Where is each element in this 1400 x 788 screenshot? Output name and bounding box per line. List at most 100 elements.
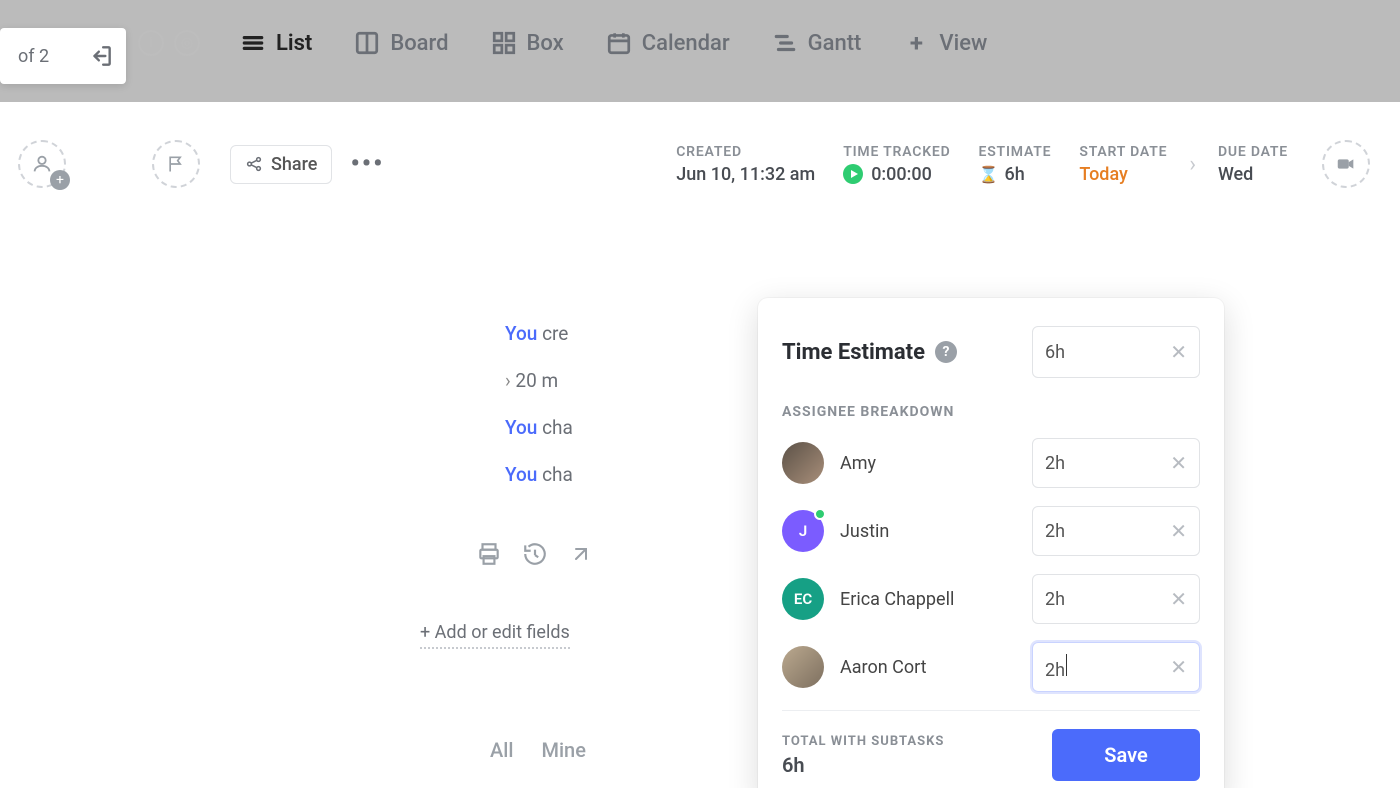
clear-icon[interactable]: ✕ [1170,519,1187,543]
meta-start-date[interactable]: START DATE Today [1079,144,1167,185]
priority-flag-button[interactable] [152,140,200,188]
help-icon[interactable]: ? [935,341,957,363]
task-pager[interactable]: of 2 [0,28,126,84]
top-header-dimmed: i ◎ List Board Box Calendar [0,0,1400,102]
exit-icon[interactable] [88,43,114,69]
calendar-icon [606,30,632,56]
view-tab-board[interactable]: Board [340,22,462,64]
add-assignee-button[interactable]: + [18,140,66,188]
input-value: 6h [1045,342,1065,363]
view-tab-label: View [939,31,987,56]
avatar: EC [782,578,824,620]
view-tab-label: Box [527,31,564,56]
avatar: J [782,510,824,552]
assignee-name: Aaron Cort [840,657,927,678]
share-label: Share [271,154,317,175]
meta-created: CREATED Jun 10, 11:32 am [676,144,815,185]
add-view-button[interactable]: + View [889,22,1001,64]
header-misc-icons: i ◎ [138,30,200,56]
input-value: 2h [1045,589,1065,610]
tab-all[interactable]: All [490,738,513,762]
activity-actor: You [505,322,537,345]
video-call-button[interactable] [1322,140,1370,188]
meta-estimate[interactable]: ESTIMATE ⌛ 6h [979,144,1052,185]
gantt-icon [772,30,798,56]
expand-icon[interactable] [567,540,595,568]
activity-text: cre [537,322,568,345]
meta-label: DUE DATE [1218,144,1288,160]
assignee-row: J Justin 2h ✕ [782,506,1200,556]
avatar [782,442,824,484]
meta-value: 6h [1005,164,1025,185]
chevron-right-icon: › [1189,152,1196,177]
input-value: 2h [1045,453,1065,474]
assignee-row: Amy2h✕ [782,438,1200,488]
hourglass-icon: ⌛ [979,165,997,184]
share-button[interactable]: Share [230,145,332,184]
input-value: 2h [1045,521,1065,542]
popover-title: Time Estimate ? [782,340,957,365]
task-main: + Share ••• CREATED Jun 10, 11:32 am TIM… [0,102,1400,788]
plus-badge-icon: + [50,170,70,190]
comment-filter-tabs: All Mine [490,738,586,762]
clear-icon[interactable]: ✕ [1170,340,1187,364]
tab-mine[interactable]: Mine [541,738,585,762]
assignee-row: Aaron Cort 2h ✕ [782,642,1200,692]
avatar [782,646,824,688]
view-tab-label: Board [390,31,448,56]
total-label: TOTAL WITH SUBTASKS [782,734,944,749]
assignee-breakdown-label: ASSIGNEE BREAKDOWN [782,404,1200,420]
history-icon[interactable] [521,540,549,568]
assignee-name: Justin [840,521,889,542]
activity-text: cha [537,463,572,486]
comment-toolbar [475,540,595,568]
clear-icon[interactable]: ✕ [1170,655,1187,679]
board-icon [354,30,380,56]
save-button[interactable]: Save [1052,729,1200,781]
meta-value: Jun 10, 11:32 am [676,164,815,185]
view-tab-box[interactable]: Box [477,22,578,64]
view-tab-label: Gantt [808,31,862,56]
total-value: 6h [782,753,944,777]
clear-icon[interactable]: ✕ [1170,587,1187,611]
pager-text: of 2 [18,46,49,67]
meta-label: ESTIMATE [979,144,1052,160]
total-estimate-input[interactable]: 6h ✕ [1032,326,1200,378]
view-tabs: i ◎ List Board Box Calendar [138,22,1001,64]
assignee-row: EC Erica Chappell 2h ✕ [782,574,1200,624]
meta-due-date[interactable]: DUE DATE Wed [1218,144,1288,185]
assignee-estimate-input[interactable]: 2h ✕ [1032,642,1200,692]
view-tab-calendar[interactable]: Calendar [592,22,744,64]
box-icon [491,30,517,56]
view-tab-gantt[interactable]: Gantt [758,22,876,64]
activity-text: 20 m [515,369,558,392]
task-meta-row: + Share ••• CREATED Jun 10, 11:32 am TIM… [0,124,1400,204]
time-estimate-popover: Time Estimate ? 6h ✕ ASSIGNEE BREAKDOWN … [758,298,1224,788]
assignee-name: Erica Chappell [840,589,954,610]
list-icon [240,30,266,56]
meta-value: Wed [1218,164,1288,185]
activity-text: cha [537,416,572,439]
meta-value: 0:00:00 [871,164,932,185]
add-custom-fields-button[interactable]: + Add or edit fields [420,622,570,649]
play-icon[interactable] [843,164,863,184]
print-icon[interactable] [475,540,503,568]
more-menu-button[interactable]: ••• [350,149,384,179]
plus-icon: + [903,30,929,56]
meta-label: TIME TRACKED [843,144,950,160]
clear-icon[interactable]: ✕ [1170,451,1187,475]
info-icon[interactable]: i [138,30,164,56]
view-tab-list[interactable]: List [226,22,326,64]
api-icon[interactable]: ◎ [174,30,200,56]
meta-time-tracked[interactable]: TIME TRACKED 0:00:00 [843,144,950,185]
assignee-estimate-input[interactable]: 2h ✕ [1032,438,1200,488]
assignee-estimate-input[interactable]: 2h ✕ [1032,574,1200,624]
total-with-subtasks: TOTAL WITH SUBTASKS 6h [782,734,944,777]
view-tab-label: List [276,31,312,56]
meta-value: Today [1079,164,1167,185]
view-tab-label: Calendar [642,31,730,56]
input-value: 2h [1045,654,1067,681]
assignee-estimate-input[interactable]: 2h ✕ [1032,506,1200,556]
presence-dot [814,508,826,520]
activity-actor: You [505,416,537,439]
